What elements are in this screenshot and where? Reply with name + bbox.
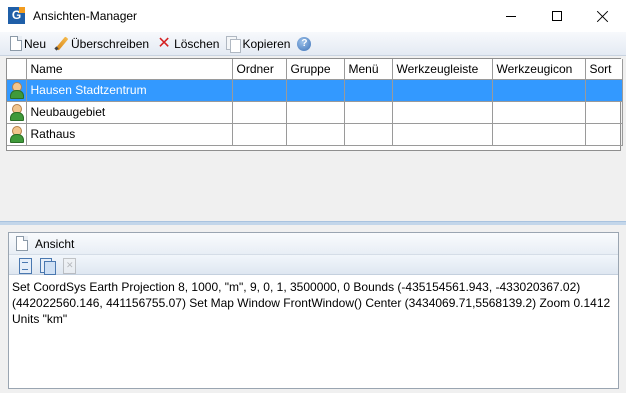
title-bar[interactable]: G Ansichten-Manager bbox=[0, 0, 626, 32]
cell-menu[interactable] bbox=[344, 123, 393, 146]
row-header[interactable] bbox=[7, 123, 27, 146]
table-row[interactable]: Neubaugebiet bbox=[7, 101, 623, 124]
delete-x-icon: ✕ bbox=[157, 34, 171, 52]
cell-folder[interactable] bbox=[232, 79, 287, 102]
maximize-icon bbox=[552, 11, 562, 21]
copy-icon bbox=[226, 35, 242, 53]
cell-name[interactable]: Hausen Stadtzentrum bbox=[26, 79, 233, 102]
app-logo-icon: G bbox=[8, 7, 26, 25]
person-icon bbox=[9, 126, 25, 143]
cell-folder[interactable] bbox=[232, 101, 287, 124]
close-button[interactable] bbox=[580, 0, 626, 32]
delete-button-label: Löschen bbox=[174, 36, 220, 51]
cell-folder[interactable] bbox=[232, 123, 287, 146]
cell-group[interactable] bbox=[286, 101, 345, 124]
column-header-sort[interactable]: Sort bbox=[585, 59, 623, 80]
row-header[interactable] bbox=[7, 79, 27, 102]
cell-toolicon[interactable] bbox=[492, 101, 586, 124]
copy-button[interactable]: Kopieren bbox=[226, 33, 290, 55]
cell-toolicon[interactable] bbox=[492, 79, 586, 102]
cell-toolbar[interactable] bbox=[392, 79, 493, 102]
document-text-icon[interactable] bbox=[17, 257, 33, 274]
table-row[interactable]: Rathaus bbox=[7, 123, 623, 146]
new-document-icon bbox=[10, 36, 22, 51]
view-panel-header: Ansicht bbox=[9, 233, 618, 255]
new-button[interactable]: Neu bbox=[8, 33, 46, 55]
minimize-icon bbox=[506, 15, 516, 17]
cell-toolbar[interactable] bbox=[392, 101, 493, 124]
pencil-icon bbox=[53, 36, 69, 52]
overwrite-button-label: Überschreiben bbox=[71, 36, 150, 51]
close-icon bbox=[597, 10, 609, 22]
cell-name[interactable]: Rathaus bbox=[26, 123, 233, 146]
document-icon bbox=[16, 236, 28, 251]
column-header-toolbar[interactable]: Werkzeugleiste bbox=[392, 59, 493, 80]
grid-header-row: Name Ordner Gruppe Menü Werkzeugleiste W… bbox=[7, 59, 623, 80]
view-definition-text[interactable]: Set CoordSys Earth Projection 8, 1000, "… bbox=[9, 275, 618, 327]
cell-group[interactable] bbox=[286, 79, 345, 102]
table-row[interactable]: Hausen Stadtzentrum bbox=[7, 79, 623, 102]
cell-name[interactable]: Neubaugebiet bbox=[26, 101, 233, 124]
cell-sort[interactable] bbox=[585, 123, 623, 146]
cell-menu[interactable] bbox=[344, 101, 393, 124]
lower-area: Ansicht Set CoordSys Earth Projection 8,… bbox=[0, 225, 626, 393]
column-header-menu[interactable]: Menü bbox=[344, 59, 393, 80]
cell-sort[interactable] bbox=[585, 79, 623, 102]
cell-menu[interactable] bbox=[344, 79, 393, 102]
column-header-group[interactable]: Gruppe bbox=[286, 59, 345, 80]
cell-group[interactable] bbox=[286, 123, 345, 146]
new-button-label: Neu bbox=[24, 36, 47, 51]
toolbar: Neu Überschreiben ✕ Löschen Kopieren ? bbox=[0, 32, 626, 56]
row-header-corner bbox=[7, 59, 27, 80]
cell-toolbar[interactable] bbox=[392, 123, 493, 146]
minimize-button[interactable] bbox=[488, 0, 534, 32]
column-header-folder[interactable]: Ordner bbox=[232, 59, 287, 80]
view-panel: Ansicht Set CoordSys Earth Projection 8,… bbox=[8, 232, 619, 389]
help-button[interactable]: ? bbox=[297, 33, 313, 55]
person-icon bbox=[9, 82, 25, 99]
column-header-name[interactable]: Name bbox=[26, 59, 233, 80]
row-header[interactable] bbox=[7, 101, 27, 124]
maximize-button[interactable] bbox=[534, 0, 580, 32]
column-header-toolicon[interactable]: Werkzeugicon bbox=[492, 59, 586, 80]
overwrite-button[interactable]: Überschreiben bbox=[53, 33, 149, 55]
cell-toolicon[interactable] bbox=[492, 123, 586, 146]
clear-document-icon[interactable] bbox=[61, 257, 77, 274]
help-icon: ? bbox=[297, 36, 312, 51]
view-panel-title: Ansicht bbox=[35, 236, 75, 251]
delete-button[interactable]: ✕ Löschen bbox=[156, 33, 219, 55]
person-icon bbox=[9, 104, 25, 121]
copy-pages-icon[interactable] bbox=[39, 257, 56, 275]
view-panel-toolbar bbox=[9, 255, 618, 275]
cell-sort[interactable] bbox=[585, 101, 623, 124]
window-title: Ansichten-Manager bbox=[33, 9, 138, 23]
copy-button-label: Kopieren bbox=[242, 36, 291, 51]
views-grid[interactable]: Name Ordner Gruppe Menü Werkzeugleiste W… bbox=[6, 58, 623, 151]
views-table: Name Ordner Gruppe Menü Werkzeugleiste W… bbox=[7, 59, 623, 146]
